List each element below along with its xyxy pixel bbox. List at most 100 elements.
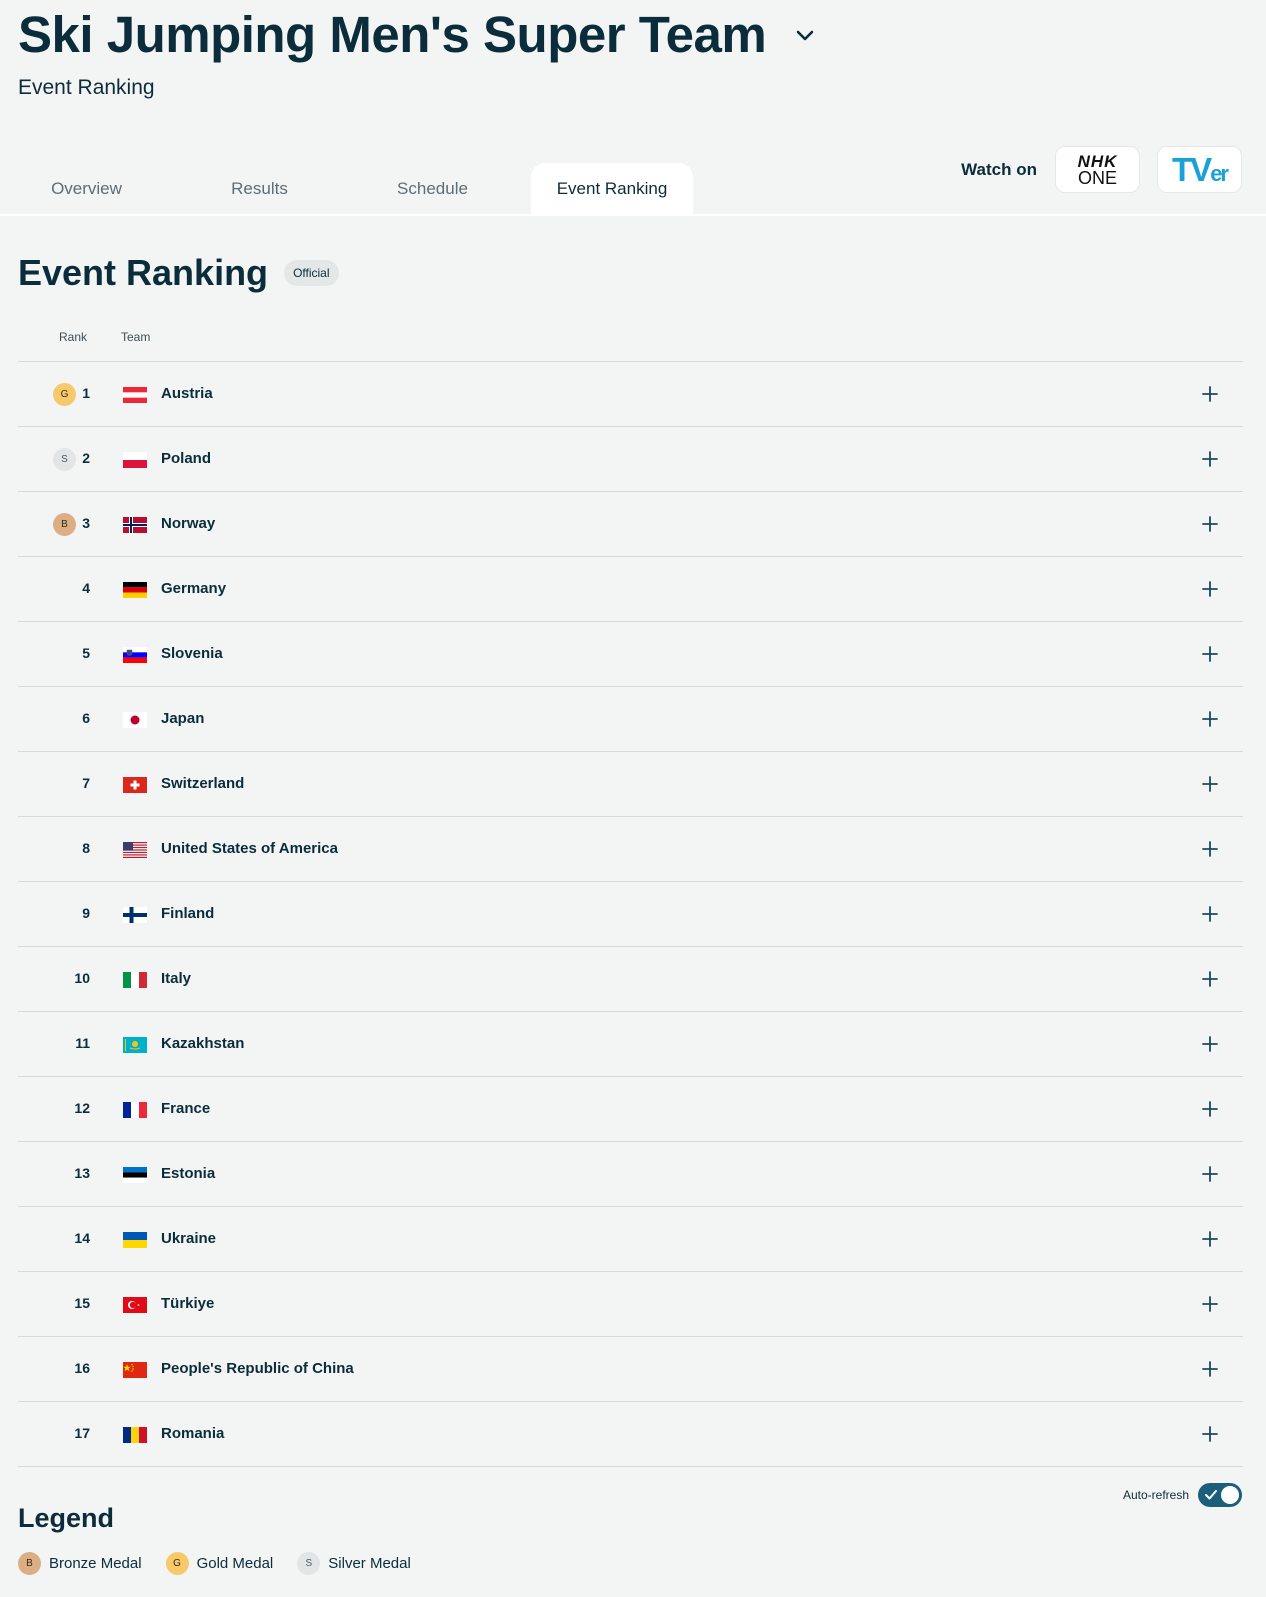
section-title: Event Ranking Official — [18, 252, 339, 294]
rank-value: 17 — [74, 1425, 90, 1441]
expand-plus-icon[interactable] — [1201, 1035, 1219, 1053]
tver-logo-button[interactable]: TVer — [1157, 146, 1242, 193]
table-row[interactable]: 15 Türkiye — [18, 1272, 1243, 1337]
tver-logo: TVer — [1172, 151, 1229, 189]
rank-value: 13 — [74, 1165, 90, 1181]
team-name: Italy — [161, 970, 192, 987]
expand-plus-icon[interactable] — [1201, 515, 1219, 533]
team-name: Romania — [161, 1425, 225, 1442]
table-row[interactable]: S 2 Poland — [18, 427, 1243, 492]
team-name: Kazakhstan — [161, 1035, 245, 1052]
table-row[interactable]: 11 Kazakhstan — [18, 1012, 1243, 1077]
table-row[interactable]: 16 People's Republic of China — [18, 1337, 1243, 1402]
ranking-table: G 1 Austria S 2 Poland B 3 Norway 4 Germany 5 Sloven… — [18, 361, 1243, 1467]
table-row[interactable]: G 1 Austria — [18, 362, 1243, 427]
italy-flag-icon — [123, 972, 147, 988]
page-title: Ski Jumping Men's Super Team — [18, 4, 816, 66]
rank-value: 15 — [74, 1295, 90, 1311]
china-flag-icon — [123, 1362, 147, 1378]
table-row[interactable]: 13 Estonia — [18, 1142, 1243, 1207]
team-name: France — [161, 1100, 211, 1117]
table-row[interactable]: 4 Germany — [18, 557, 1243, 622]
legend-item-gold: G Gold Medal — [165, 1552, 274, 1575]
chevron-down-icon[interactable] — [794, 24, 816, 46]
expand-plus-icon[interactable] — [1201, 385, 1219, 403]
germany-flag-icon — [123, 582, 147, 598]
legend-label: Bronze Medal — [49, 1555, 142, 1572]
table-row[interactable]: 14 Ukraine — [18, 1207, 1243, 1272]
team-name: Türkiye — [161, 1295, 215, 1312]
legend-item-silver: S Silver Medal — [297, 1552, 411, 1575]
tver-logo-small: er — [1210, 160, 1229, 186]
expand-plus-icon[interactable] — [1201, 905, 1219, 923]
event-title: Ski Jumping Men's Super Team — [18, 6, 767, 63]
team-name: Poland — [161, 450, 212, 467]
table-row[interactable]: B 3 Norway — [18, 492, 1243, 557]
tab-overview[interactable]: Overview — [0, 163, 173, 215]
japan-flag-icon — [123, 712, 147, 728]
tab-schedule[interactable]: Schedule — [346, 163, 519, 215]
expand-plus-icon[interactable] — [1201, 1100, 1219, 1118]
usa-flag-icon — [123, 842, 147, 858]
tab-event-ranking[interactable]: Event Ranking — [531, 163, 693, 215]
switzerland-flag-icon — [123, 777, 147, 793]
watch-on: Watch on NHK ONE TVer — [961, 146, 1242, 193]
column-header-rank: Rank — [59, 330, 88, 344]
rank-value: 6 — [82, 710, 90, 726]
expand-plus-icon[interactable] — [1201, 1425, 1219, 1443]
poland-flag-icon — [123, 452, 147, 468]
expand-plus-icon[interactable] — [1201, 1295, 1219, 1313]
table-row[interactable]: 17 Romania — [18, 1402, 1243, 1467]
nhk-logo-line2: ONE — [1077, 167, 1117, 188]
rank-value: 14 — [74, 1230, 90, 1246]
legend-title: Legend — [18, 1503, 115, 1533]
rank-value: 5 — [82, 645, 90, 661]
rank-value: 2 — [82, 450, 90, 466]
expand-plus-icon[interactable] — [1201, 970, 1219, 988]
table-row[interactable]: 9 Finland — [18, 882, 1243, 947]
expand-plus-icon[interactable] — [1201, 1230, 1219, 1248]
tab-divider — [0, 214, 1266, 216]
table-row[interactable]: 12 France — [18, 1077, 1243, 1142]
expand-plus-icon[interactable] — [1201, 1360, 1219, 1378]
rank-value: 11 — [75, 1035, 90, 1051]
expand-plus-icon[interactable] — [1201, 1165, 1219, 1183]
nhk-logo-line1: NHK — [1077, 151, 1118, 171]
nhk-one-logo: NHK ONE — [1078, 153, 1118, 187]
legend-label: Silver Medal — [328, 1555, 411, 1572]
team-name: Slovenia — [161, 645, 223, 662]
expand-plus-icon[interactable] — [1201, 710, 1219, 728]
rank-value: 9 — [82, 905, 90, 921]
check-icon — [1205, 1490, 1217, 1500]
expand-plus-icon[interactable] — [1201, 840, 1219, 858]
expand-plus-icon[interactable] — [1201, 645, 1219, 663]
table-row[interactable]: 7 Switzerland — [18, 752, 1243, 817]
gold-medal-icon: G — [165, 1552, 189, 1575]
rank-value: 16 — [74, 1360, 90, 1376]
rank-value: 7 — [82, 775, 90, 791]
rank-value: 12 — [74, 1100, 90, 1116]
rank-value: 3 — [82, 515, 90, 531]
team-name: Austria — [161, 385, 213, 402]
toggle-knob — [1221, 1486, 1239, 1504]
team-name: Switzerland — [161, 775, 245, 792]
auto-refresh: Auto-refresh — [1123, 1483, 1242, 1507]
table-row[interactable]: 10 Italy — [18, 947, 1243, 1012]
expand-plus-icon[interactable] — [1201, 450, 1219, 468]
table-row[interactable]: 6 Japan — [18, 687, 1243, 752]
nhk-one-logo-button[interactable]: NHK ONE — [1055, 146, 1140, 193]
table-row[interactable]: 8 United States of America — [18, 817, 1243, 882]
estonia-flag-icon — [123, 1167, 147, 1183]
expand-plus-icon[interactable] — [1201, 580, 1219, 598]
turkiye-flag-icon — [123, 1297, 147, 1313]
watch-on-label: Watch on — [961, 159, 1037, 179]
rank-value: 4 — [82, 580, 90, 596]
auto-refresh-toggle[interactable] — [1198, 1483, 1242, 1507]
section-heading: Event Ranking — [18, 252, 269, 293]
legend-label: Gold Medal — [196, 1555, 274, 1572]
expand-plus-icon[interactable] — [1201, 775, 1219, 793]
team-name: Ukraine — [161, 1230, 217, 1247]
tab-results[interactable]: Results — [173, 163, 346, 215]
team-name: Estonia — [161, 1165, 216, 1182]
table-row[interactable]: 5 Slovenia — [18, 622, 1243, 687]
